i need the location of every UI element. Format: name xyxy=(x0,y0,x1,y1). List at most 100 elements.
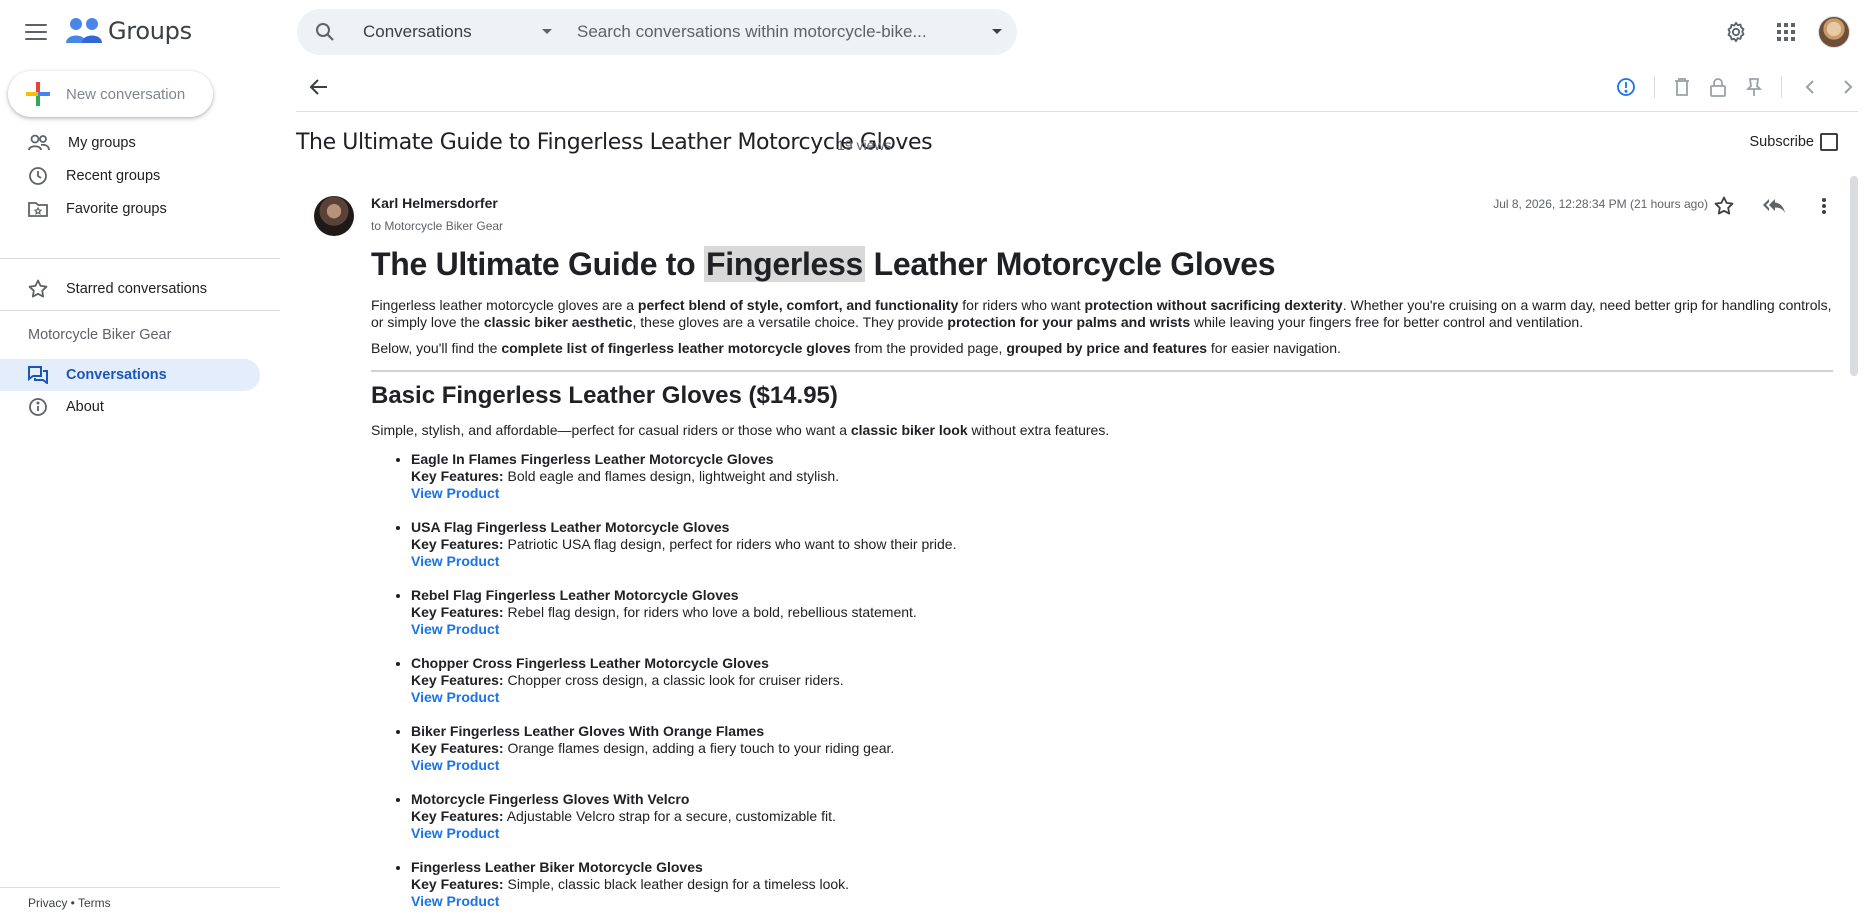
chevron-left-icon[interactable] xyxy=(1800,77,1820,97)
back-button[interactable] xyxy=(308,76,330,103)
product-item: Biker Fingerless Leather Gloves With Ora… xyxy=(411,723,1833,774)
top-right-actions xyxy=(1718,14,1850,50)
info-icon xyxy=(29,398,47,416)
lock-icon[interactable] xyxy=(1709,77,1727,97)
sidebar-item-starred-conversations[interactable]: Starred conversations xyxy=(0,273,260,305)
forum-icon xyxy=(28,366,48,384)
toolbar-separator xyxy=(1781,76,1782,98)
key-features-label: Key Features: xyxy=(411,740,504,756)
star-button[interactable] xyxy=(1706,188,1742,224)
product-features: Simple, classic black leather design for… xyxy=(503,876,850,892)
search-scope-label: Conversations xyxy=(363,22,472,41)
search-highlight: Fingerless xyxy=(703,246,866,282)
more-options-button[interactable] xyxy=(1806,188,1842,224)
terms-link[interactable]: Terms xyxy=(78,896,111,910)
people-icon xyxy=(28,134,50,151)
folder-star-icon xyxy=(28,202,48,217)
menu-line xyxy=(25,24,47,26)
reply-all-icon xyxy=(1763,199,1785,213)
group-name-heading[interactable]: Motorcycle Biker Gear xyxy=(28,327,171,343)
main-menu-button[interactable] xyxy=(20,20,52,44)
sidebar-item-label: My groups xyxy=(68,135,136,151)
author-name[interactable]: Karl Helmersdorfer xyxy=(371,195,498,211)
pin-icon[interactable] xyxy=(1745,77,1763,97)
gear-icon xyxy=(1727,21,1745,43)
privacy-link[interactable]: Privacy xyxy=(28,896,67,910)
view-product-link[interactable]: View Product xyxy=(411,893,499,909)
key-features-label: Key Features: xyxy=(411,876,504,892)
heading-text: The Ultimate Guide to xyxy=(371,246,704,282)
groups-logo[interactable]: Groups xyxy=(66,16,192,46)
chevron-right-icon[interactable] xyxy=(1838,77,1858,97)
product-features: Chopper cross design, a classic look for… xyxy=(503,672,844,688)
account-avatar[interactable] xyxy=(1818,16,1850,48)
product-name: Chopper Cross Fingerless Leather Motorcy… xyxy=(411,655,769,671)
arrow-back-icon xyxy=(309,79,327,95)
new-conversation-button[interactable]: New conversation xyxy=(8,71,213,117)
sidebar-item-conversations[interactable]: Conversations xyxy=(0,359,260,391)
main-content: The Ultimate Guide to Fingerless Leather… xyxy=(296,64,1858,920)
clock-icon xyxy=(29,167,47,185)
sidebar: New conversation My groups Recent groups… xyxy=(0,64,280,920)
sidebar-item-recent-groups[interactable]: Recent groups xyxy=(0,160,260,192)
product-item: Rebel Flag Fingerless Leather Motorcycle… xyxy=(411,587,1833,638)
search-button[interactable] xyxy=(297,9,353,55)
key-features-label: Key Features: xyxy=(411,672,504,688)
author-avatar[interactable] xyxy=(314,196,354,236)
product-features: Rebel flag design, for riders who love a… xyxy=(503,604,917,620)
sidebar-item-label: About xyxy=(66,399,104,415)
search-bar: Conversations xyxy=(297,9,1017,55)
new-conversation-label: New conversation xyxy=(66,85,186,103)
section-divider xyxy=(371,370,1833,372)
apps-grid-icon xyxy=(1777,23,1795,41)
view-product-link[interactable]: View Product xyxy=(411,689,499,705)
product-item: USA Flag Fingerless Leather Motorcycle G… xyxy=(411,519,1833,570)
product-name: Biker Fingerless Leather Gloves With Ora… xyxy=(411,723,765,739)
recipient-group: to Motorcycle Biker Gear xyxy=(371,219,504,233)
search-scope-select[interactable]: Conversations xyxy=(353,22,563,42)
product-name: USA Flag Fingerless Leather Motorcycle G… xyxy=(411,519,730,535)
view-product-link[interactable]: View Product xyxy=(411,757,499,773)
post-heading: The Ultimate Guide to Fingerless Leather… xyxy=(371,242,1833,286)
section-heading: Basic Fingerless Leather Gloves ($14.95) xyxy=(371,382,838,409)
footer-links: Privacy • Terms xyxy=(28,896,111,910)
sidebar-divider xyxy=(0,258,280,259)
sidebar-item-about[interactable]: About xyxy=(0,391,260,423)
more-vert-icon xyxy=(1822,198,1826,214)
product-item: Fingerless Leather Biker Motorcycle Glov… xyxy=(411,859,1833,910)
settings-button[interactable] xyxy=(1718,14,1754,50)
star-icon xyxy=(28,279,48,298)
intro-paragraph: Fingerless leather motorcycle gloves are… xyxy=(371,297,1832,330)
sidebar-item-favorite-groups[interactable]: Favorite groups xyxy=(0,193,260,225)
post-body: The Ultimate Guide to Fingerless Leather… xyxy=(371,242,1833,920)
sidebar-divider xyxy=(0,310,280,311)
product-features: Bold eagle and flames design, lightweigh… xyxy=(503,468,840,484)
search-options-button[interactable] xyxy=(977,28,1017,36)
delete-icon[interactable] xyxy=(1673,77,1691,97)
apps-button[interactable] xyxy=(1768,14,1804,50)
subscribe-checkbox[interactable] xyxy=(1820,133,1838,151)
scrollbar-thumb[interactable] xyxy=(1850,176,1858,376)
thread-toolbar xyxy=(296,64,1858,112)
sidebar-item-label: Favorite groups xyxy=(66,201,167,217)
menu-line xyxy=(25,31,47,33)
report-icon[interactable] xyxy=(1616,77,1636,97)
groups-people-icon xyxy=(66,18,102,43)
toolbar-separator xyxy=(1654,76,1655,98)
menu-line xyxy=(25,38,47,40)
chevron-down-icon xyxy=(542,29,552,34)
view-product-link[interactable]: View Product xyxy=(411,553,499,569)
subscribe-toggle[interactable]: Subscribe xyxy=(1750,133,1838,151)
sidebar-item-my-groups[interactable]: My groups xyxy=(0,127,260,159)
reply-all-button[interactable] xyxy=(1756,188,1792,224)
top-bar: Groups Conversations xyxy=(0,0,1866,64)
search-input[interactable] xyxy=(563,22,977,42)
section-intro: Simple, stylish, and affordable—perfect … xyxy=(371,422,1110,438)
view-product-link[interactable]: View Product xyxy=(411,621,499,637)
view-product-link[interactable]: View Product xyxy=(411,825,499,841)
product-item: Motorcycle Fingerless Gloves With Velcro… xyxy=(411,791,1833,842)
view-product-link[interactable]: View Product xyxy=(411,485,499,501)
below-paragraph: Below, you'll find the complete list of … xyxy=(371,340,1341,356)
product-features: Orange flames design, adding a fiery tou… xyxy=(503,740,895,756)
key-features-label: Key Features: xyxy=(411,808,504,824)
